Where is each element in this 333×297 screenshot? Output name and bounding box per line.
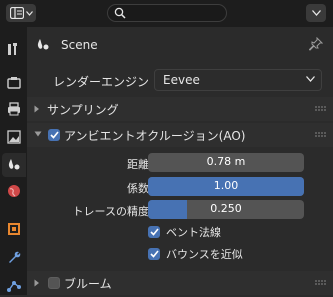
- scene-icon: [37, 39, 49, 50]
- panel-title-ao: アンビエントオクルージョン(AO): [64, 129, 246, 143]
- properties-main: Scene レンダーエンジン Eevee サンプリング アンビエントオクルージョ…: [27, 27, 333, 295]
- ao-bounce-approx-row[interactable]: バウンスを近似: [148, 245, 243, 263]
- render-engine-label: レンダーエンジン: [52, 75, 149, 89]
- drag-handle-icon[interactable]: [315, 132, 327, 138]
- ao-trace-precision-field[interactable]: 0.250: [148, 200, 304, 219]
- chevron-down-icon: [306, 76, 315, 82]
- panel-body-ao: 距離 0.78 m 係数 1.00 トレースの精度 0.250 ベント法線 バウ…: [27, 147, 333, 267]
- ao-enable-checkbox[interactable]: [48, 129, 60, 141]
- chevron-down-icon: [34, 131, 42, 137]
- search-icon: [114, 7, 126, 19]
- search-input[interactable]: [107, 4, 227, 22]
- properties-editor-icon: [9, 7, 24, 19]
- panel-title-bloom: ブルーム: [64, 277, 112, 291]
- particles-icon: [7, 281, 21, 292]
- panel-title-sampling: サンプリング: [47, 103, 119, 117]
- chevron-right-icon: [34, 105, 39, 113]
- context-header: Scene: [27, 27, 333, 63]
- ao-trace-precision-value: 0.250: [210, 202, 242, 215]
- wrench-icon: [9, 251, 21, 263]
- ao-factor-field[interactable]: 1.00: [148, 177, 304, 196]
- ao-trace-precision-label: トレースの精度: [72, 205, 149, 218]
- printer-icon: [8, 102, 20, 116]
- ao-distance-label: 距離: [127, 158, 149, 171]
- tab-scene[interactable]: [2, 153, 26, 177]
- scene-icon: [8, 159, 20, 170]
- properties-tab-bar: [0, 27, 27, 295]
- checkmark-icon: [149, 228, 159, 236]
- render-engine-dropdown[interactable]: Eevee: [154, 69, 322, 91]
- ao-factor-label: 係数: [127, 182, 149, 195]
- context-label: Scene: [61, 38, 98, 52]
- tab-object[interactable]: [2, 217, 26, 241]
- tab-render[interactable]: [2, 71, 26, 95]
- tab-modifiers[interactable]: [2, 245, 26, 269]
- drag-handle-icon[interactable]: [315, 280, 327, 286]
- chevron-down-icon: [311, 10, 321, 16]
- image-layers-icon: [7, 130, 21, 144]
- options-dropdown-button[interactable]: [306, 4, 326, 22]
- ao-factor-value: 1.00: [213, 179, 239, 192]
- ao-bent-normals-row[interactable]: ベント法線: [148, 223, 221, 241]
- tab-output[interactable]: [2, 97, 26, 121]
- tab-world[interactable]: [2, 179, 26, 203]
- panel-header-bloom[interactable]: ブルーム: [27, 271, 333, 295]
- chevron-right-icon: [34, 279, 39, 287]
- panel-header-ao[interactable]: アンビエントオクルージョン(AO): [27, 123, 333, 147]
- object-icon: [8, 223, 20, 235]
- ao-trace-precision-row: トレースの精度 0.250: [27, 200, 333, 220]
- tab-particles[interactable]: [2, 273, 26, 297]
- tab-view-layer[interactable]: [2, 125, 26, 149]
- tab-tool[interactable]: [2, 37, 26, 61]
- pin-icon[interactable]: [309, 37, 323, 51]
- ao-bent-normals-checkbox[interactable]: [148, 226, 160, 238]
- render-engine-row: レンダーエンジン Eevee: [27, 69, 333, 93]
- wrench-screwdriver-icon: [8, 43, 17, 55]
- ao-distance-row: 距離 0.78 m: [27, 153, 333, 173]
- ao-bent-normals-label: ベント法線: [166, 226, 221, 239]
- render-engine-value: Eevee: [163, 73, 200, 87]
- drag-handle-icon[interactable]: [315, 106, 327, 112]
- editor-type-button[interactable]: [6, 4, 36, 22]
- ao-factor-row: 係数 1.00: [27, 177, 333, 197]
- checkmark-icon: [149, 250, 159, 258]
- world-icon: [8, 185, 20, 197]
- bloom-enable-checkbox[interactable]: [48, 277, 60, 289]
- header-bar: [0, 0, 333, 27]
- ao-bounce-approx-label: バウンスを近似: [166, 248, 243, 261]
- ao-distance-field[interactable]: 0.78 m: [148, 153, 304, 172]
- checkmark-icon: [49, 131, 59, 139]
- chevron-down-icon: [25, 10, 33, 16]
- panel-header-sampling[interactable]: サンプリング: [27, 97, 333, 121]
- camera-back-icon: [7, 77, 21, 89]
- ao-bounce-approx-checkbox[interactable]: [148, 248, 160, 260]
- ao-distance-value: 0.78 m: [206, 155, 246, 168]
